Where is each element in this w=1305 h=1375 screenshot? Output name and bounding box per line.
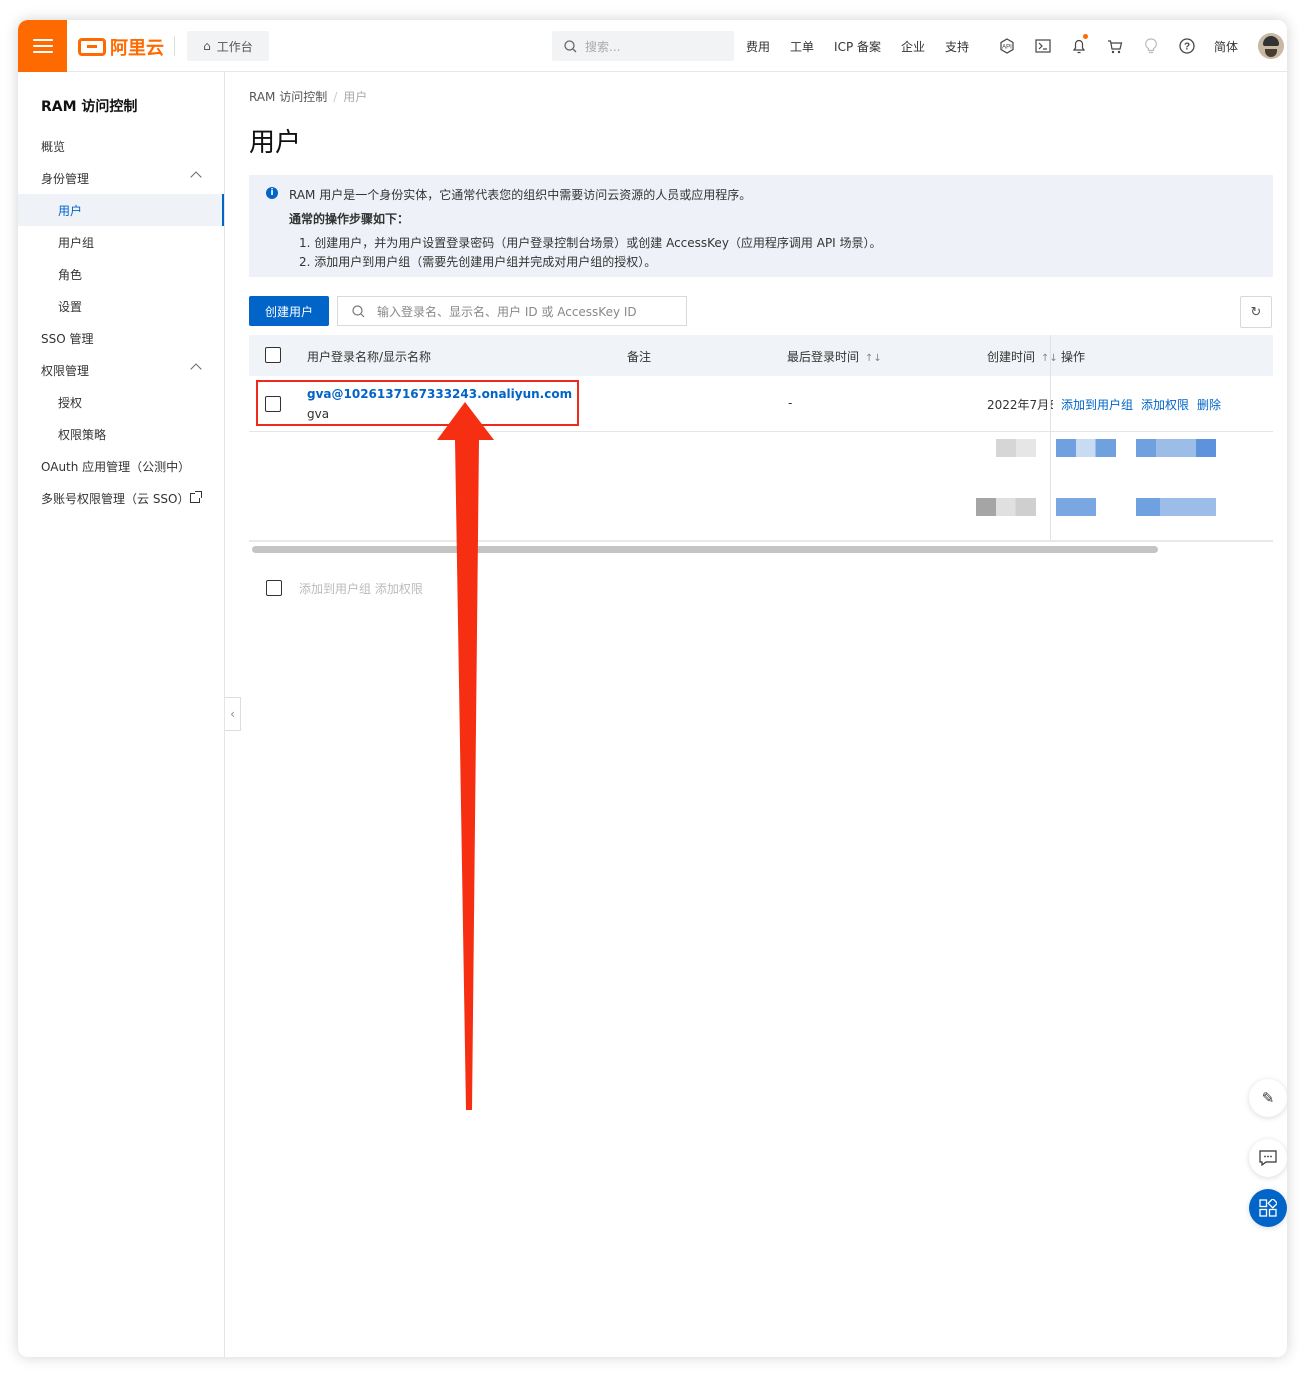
console-window: 阿里云 ⌂ 工作台 搜索... 费用 工单 ICP 备案 企业 支持 API ?…: [18, 20, 1287, 1357]
annotation-arrow: [437, 402, 494, 1110]
